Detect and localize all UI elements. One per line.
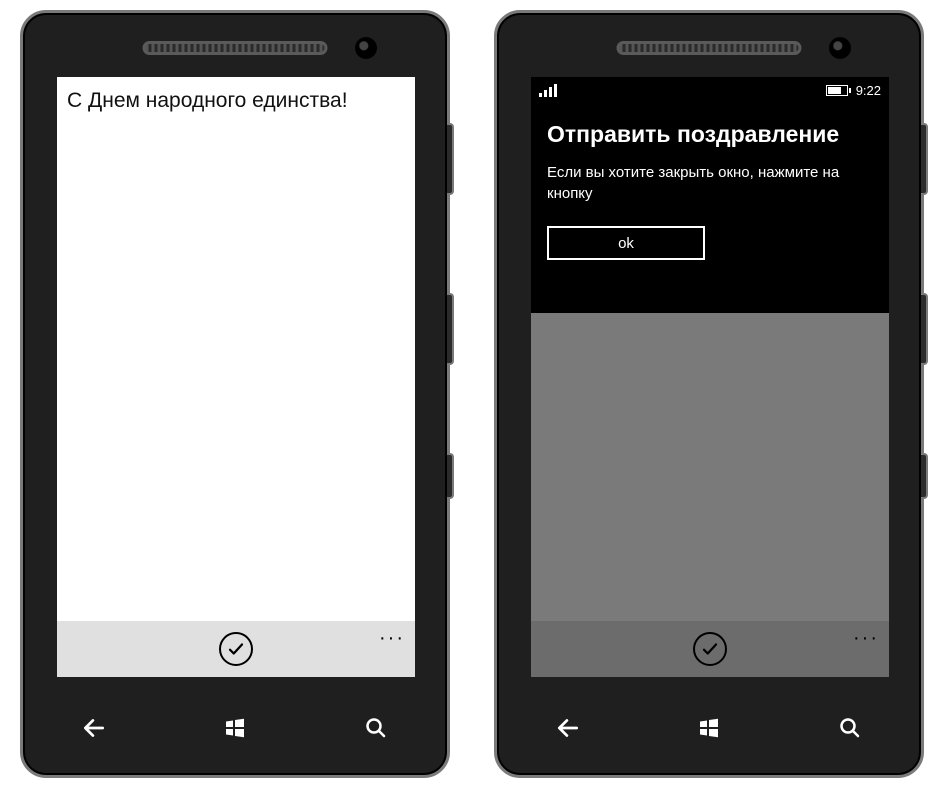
search-icon <box>364 716 388 740</box>
side-button <box>447 293 454 365</box>
battery-icon <box>826 85 848 96</box>
phone-frame-left: С Днем народного единства! ··· <box>20 10 450 778</box>
check-icon <box>227 640 245 658</box>
back-button[interactable] <box>80 714 108 742</box>
signal-icon <box>539 83 557 97</box>
search-icon <box>838 716 862 740</box>
windows-icon <box>697 716 721 740</box>
side-button <box>921 123 928 195</box>
message-dialog: Отправить поздравление Если вы хотите за… <box>531 101 889 286</box>
page-title: С Днем народного единства! <box>57 77 415 113</box>
nav-bar <box>497 703 921 753</box>
status-bar: 9:22 <box>531 77 889 101</box>
back-icon <box>555 715 581 741</box>
app-bar: ··· <box>531 621 889 677</box>
screen-left: С Днем народного единства! ··· <box>57 77 415 677</box>
dialog-message: Если вы хотите закрыть окно, нажмите на … <box>547 162 847 204</box>
side-button <box>447 123 454 195</box>
confirm-button[interactable] <box>219 632 253 666</box>
side-button <box>921 453 928 499</box>
dialog-title: Отправить поздравление <box>547 121 873 148</box>
start-button[interactable] <box>695 714 723 742</box>
front-camera <box>355 37 377 59</box>
more-button[interactable]: ··· <box>379 627 405 650</box>
more-button[interactable]: ··· <box>853 627 879 650</box>
search-button[interactable] <box>836 714 864 742</box>
check-icon <box>701 640 719 658</box>
windows-icon <box>223 716 247 740</box>
back-icon <box>81 715 107 741</box>
dimmed-background: ··· <box>531 313 889 677</box>
back-button[interactable] <box>554 714 582 742</box>
ok-button[interactable]: ok <box>547 226 705 260</box>
search-button[interactable] <box>362 714 390 742</box>
nav-bar <box>23 703 447 753</box>
clock: 9:22 <box>856 83 881 98</box>
side-button <box>447 453 454 499</box>
earpiece <box>143 41 328 55</box>
earpiece <box>617 41 802 55</box>
app-bar: ··· <box>57 621 415 677</box>
start-button[interactable] <box>221 714 249 742</box>
side-button <box>921 293 928 365</box>
phone-frame-right: 9:22 Отправить поздравление Если вы хоти… <box>494 10 924 778</box>
front-camera <box>829 37 851 59</box>
confirm-button[interactable] <box>693 632 727 666</box>
screen-right: 9:22 Отправить поздравление Если вы хоти… <box>531 77 889 677</box>
